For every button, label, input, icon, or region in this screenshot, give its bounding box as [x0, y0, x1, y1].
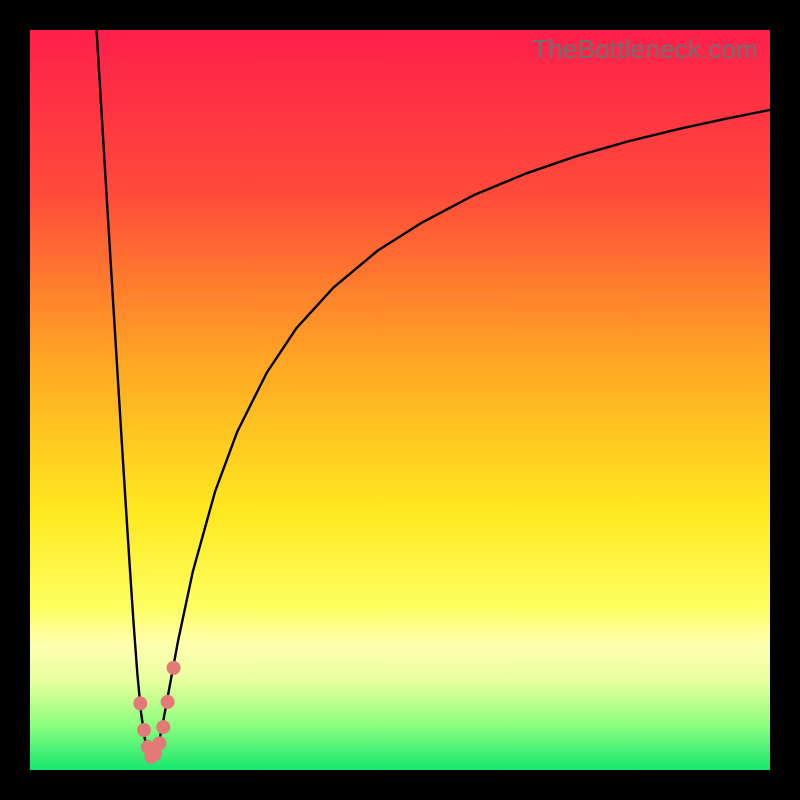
left-branch-curve [97, 30, 153, 762]
curve-layer [30, 30, 770, 770]
outer-frame: TheBottleneck.com [0, 0, 800, 800]
watermark-text: TheBottleneck.com [532, 34, 758, 65]
curve-marker [137, 723, 151, 737]
right-branch-curve [152, 110, 770, 762]
curve-marker [167, 661, 181, 675]
curve-marker [161, 695, 175, 709]
curve-marker [133, 696, 147, 710]
curve-marker [156, 720, 170, 734]
curve-marker [153, 736, 167, 750]
plot-area: TheBottleneck.com [30, 30, 770, 770]
